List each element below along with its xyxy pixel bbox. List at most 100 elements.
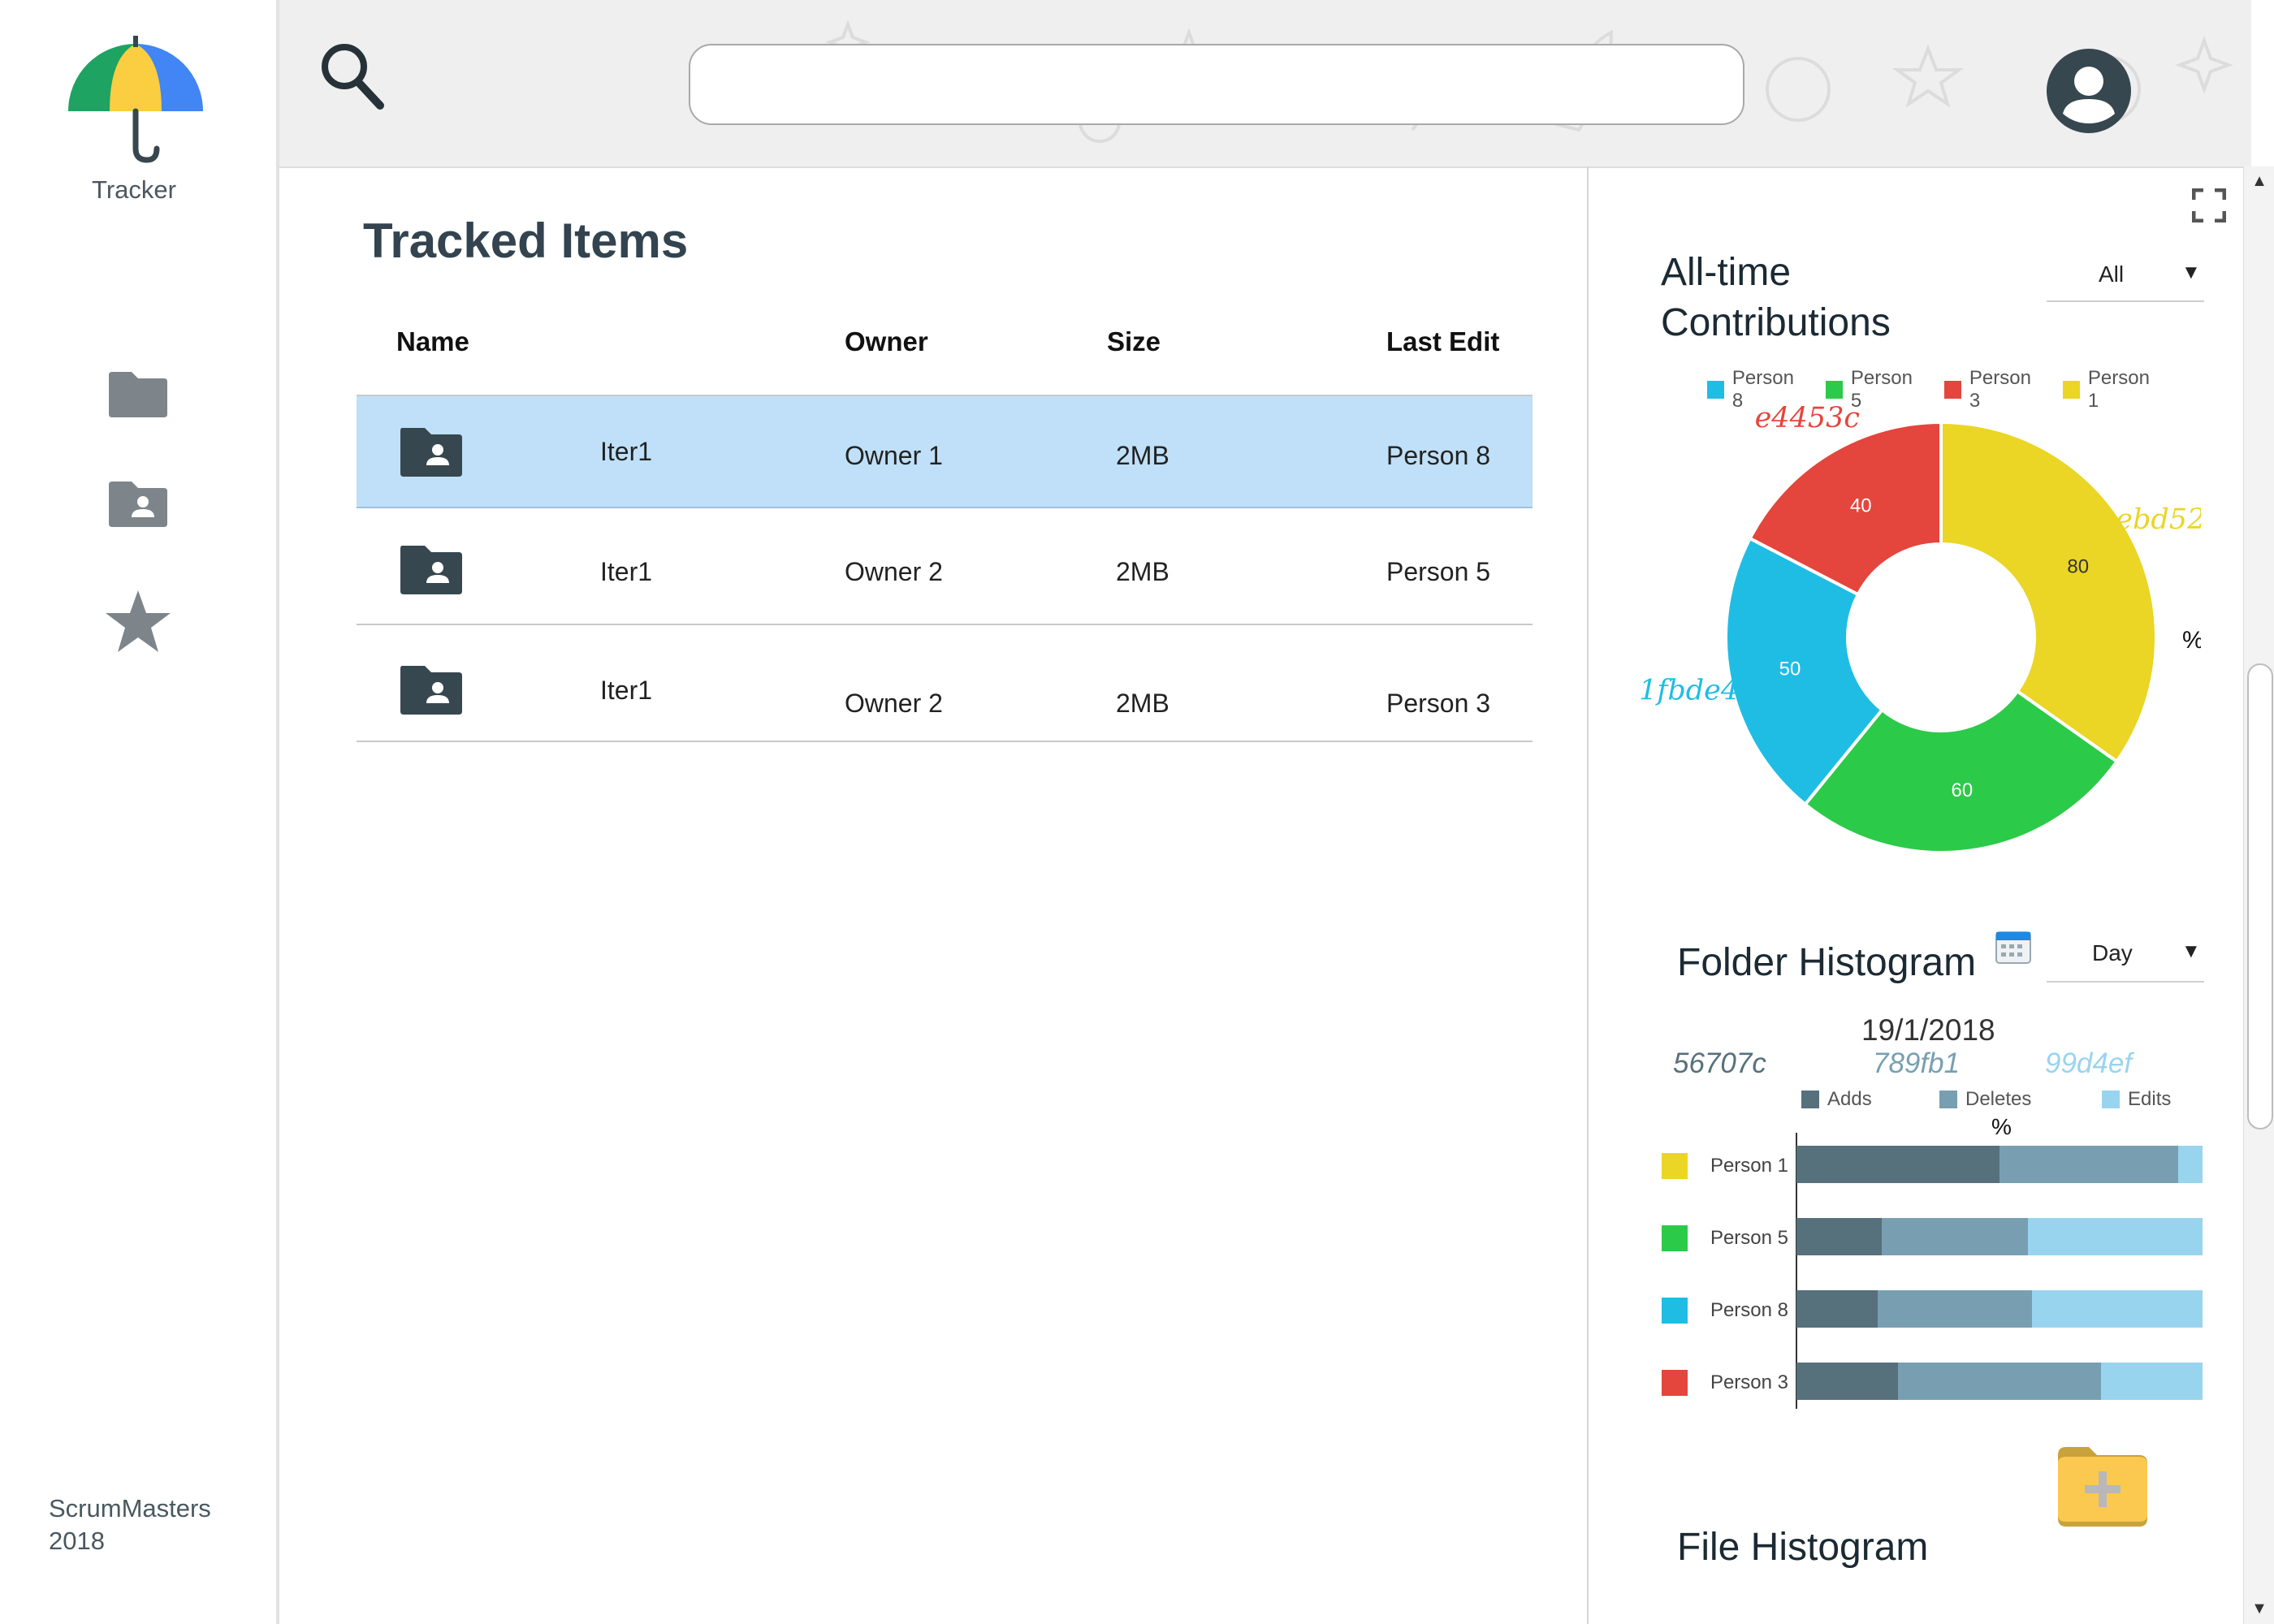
contributions-title-line2: Contributions	[1661, 301, 1891, 344]
bar-segment[interactable]	[2032, 1290, 2203, 1328]
shared-folder-icon	[399, 426, 464, 482]
scrollbar-thumb[interactable]	[2247, 663, 2273, 1129]
category-label: Person 1	[1710, 1155, 1788, 1177]
chevron-down-icon: ▼	[2181, 940, 2201, 962]
item-last-edit: Person 5	[1386, 557, 1491, 586]
column-header-owner[interactable]: Owner	[845, 326, 928, 357]
histogram-date: 19/1/2018	[1861, 1013, 1995, 1047]
bar-segment[interactable]	[1796, 1290, 1878, 1328]
item-last-edit: Person 8	[1386, 441, 1491, 470]
bar-segment[interactable]	[2101, 1363, 2203, 1400]
category-label: Person 3	[1710, 1371, 1788, 1393]
category-label: Person 8	[1710, 1299, 1788, 1321]
bar-segment[interactable]	[1796, 1146, 1999, 1183]
item-name[interactable]: Iter1	[600, 676, 652, 706]
legend-label: Edits	[2128, 1088, 2172, 1110]
legend-item: Adds	[1801, 1088, 1872, 1111]
table-row[interactable]: Iter1 Owner 1 2MB Person 8	[357, 396, 1533, 508]
legend-item: Deletes	[1939, 1088, 2031, 1111]
footer-text: ScrumMasters 2018	[49, 1492, 211, 1557]
contributions-dropdown-value: All	[2099, 261, 2125, 287]
fullscreen-button[interactable]	[2191, 188, 2227, 223]
item-size: 2MB	[1116, 689, 1169, 718]
slice-hex-label: 1fbde4	[1639, 674, 1739, 706]
folder-histogram-title: Folder Histogram	[1677, 941, 1977, 984]
pie-value-label: 80	[2067, 556, 2089, 578]
footer-line-2: 2018	[49, 1527, 105, 1555]
slice-hex-label: ebd525	[2116, 503, 2201, 536]
item-size: 2MB	[1116, 557, 1169, 586]
table-row[interactable]: Iter1 Owner 2 2MB Person 3	[357, 625, 1533, 742]
table-row[interactable]: Iter1 Owner 2 2MB Person 5	[357, 508, 1533, 625]
pie-slice[interactable]	[1939, 420, 2158, 764]
pie-value-label: 50	[1779, 659, 1801, 680]
item-owner: Owner 2	[845, 557, 943, 586]
person-color-swatch	[1662, 1225, 1688, 1251]
account-button[interactable]	[2047, 49, 2131, 133]
pie-value-label: 60	[1952, 780, 1974, 801]
search-input[interactable]	[689, 44, 1744, 125]
pie-value-label: 40	[1850, 495, 1872, 517]
legend-label: Deletes	[1965, 1088, 2032, 1110]
sidebar: Tracker ScrumMasters 2018	[0, 0, 279, 1624]
panel-scrollbar[interactable]: ▲ ▼	[2243, 166, 2274, 1624]
bar-segment[interactable]	[1898, 1363, 2101, 1400]
item-owner: Owner 1	[845, 441, 943, 470]
item-size: 2MB	[1116, 441, 1169, 470]
chevron-down-icon: ▼	[2181, 261, 2201, 283]
scroll-up-arrow[interactable]: ▲	[2244, 166, 2274, 196]
logo-text: Tracker	[92, 175, 176, 204]
contributions-dropdown[interactable]: All ▼	[2047, 258, 2204, 302]
histogram-period-value: Day	[2092, 940, 2133, 965]
contributions-title-line1: All-time	[1661, 251, 1792, 294]
item-last-edit: Person 3	[1386, 689, 1491, 718]
person-color-swatch	[1662, 1298, 1688, 1324]
folder-icon	[109, 372, 167, 417]
bar-segment[interactable]	[1999, 1146, 2178, 1183]
bar-segment[interactable]	[1882, 1218, 2028, 1255]
column-header-last-edit[interactable]: Last Edit	[1386, 326, 1499, 357]
search-button[interactable]	[320, 41, 385, 114]
column-header-size[interactable]: Size	[1107, 326, 1161, 357]
item-name[interactable]: Iter1	[600, 437, 652, 467]
add-folder-icon	[2058, 1447, 2147, 1527]
person-color-swatch	[1662, 1153, 1688, 1179]
contributions-title: All-time Contributions	[1661, 248, 1891, 348]
category-label: Person 5	[1710, 1227, 1788, 1249]
shared-folder-icon	[399, 544, 464, 600]
bar-segment[interactable]	[2178, 1146, 2203, 1183]
histogram-legend: Adds Deletes Edits	[1801, 1088, 2224, 1112]
legend-item: Edits	[2102, 1088, 2171, 1111]
color-hex-label: 99d4ef	[2045, 1047, 2133, 1079]
color-hex-label: 56707c	[1673, 1047, 1766, 1079]
calendar-button[interactable]	[1995, 927, 2032, 965]
histogram-period-dropdown[interactable]: Day ▼	[2047, 934, 2204, 983]
file-histogram-title: File Histogram	[1677, 1526, 1929, 1569]
fullscreen-icon	[2191, 188, 2227, 223]
sidebar-item-folders[interactable]	[97, 357, 179, 430]
bar-segment[interactable]	[1796, 1363, 1898, 1400]
item-name[interactable]: Iter1	[600, 557, 652, 587]
shared-folder-icon	[109, 482, 167, 527]
color-hex-label: 789fb1	[1873, 1047, 1961, 1079]
sidebar-item-shared[interactable]	[97, 467, 179, 540]
sidebar-item-starred[interactable]	[97, 585, 179, 658]
search-icon	[322, 44, 384, 110]
bar-segment[interactable]	[2028, 1218, 2203, 1255]
column-header-name[interactable]: Name	[396, 326, 469, 357]
pie-unit-label: %	[2182, 627, 2201, 654]
account-icon	[2047, 49, 2131, 133]
panel-divider	[1587, 166, 1589, 1624]
add-folder-button[interactable]	[2053, 1444, 2151, 1528]
slice-hex-label: e4453c	[1755, 406, 1860, 434]
bar-segment[interactable]	[1878, 1290, 2032, 1328]
item-owner: Owner 2	[845, 689, 943, 718]
scroll-down-arrow[interactable]: ▼	[2244, 1594, 2274, 1623]
bar-segment[interactable]	[1796, 1218, 1882, 1255]
footer-line-1: ScrumMasters	[49, 1494, 211, 1522]
page-title: Tracked Items	[363, 214, 689, 268]
person-color-swatch	[1662, 1370, 1688, 1396]
folder-histogram-chart: Person 1 Person 5 Person 8 Person 3	[1662, 1133, 2203, 1409]
contributions-donut-chart: 80ebd525602cca49501fbde440e4453c%	[1639, 406, 2201, 854]
top-bar	[279, 0, 2251, 168]
